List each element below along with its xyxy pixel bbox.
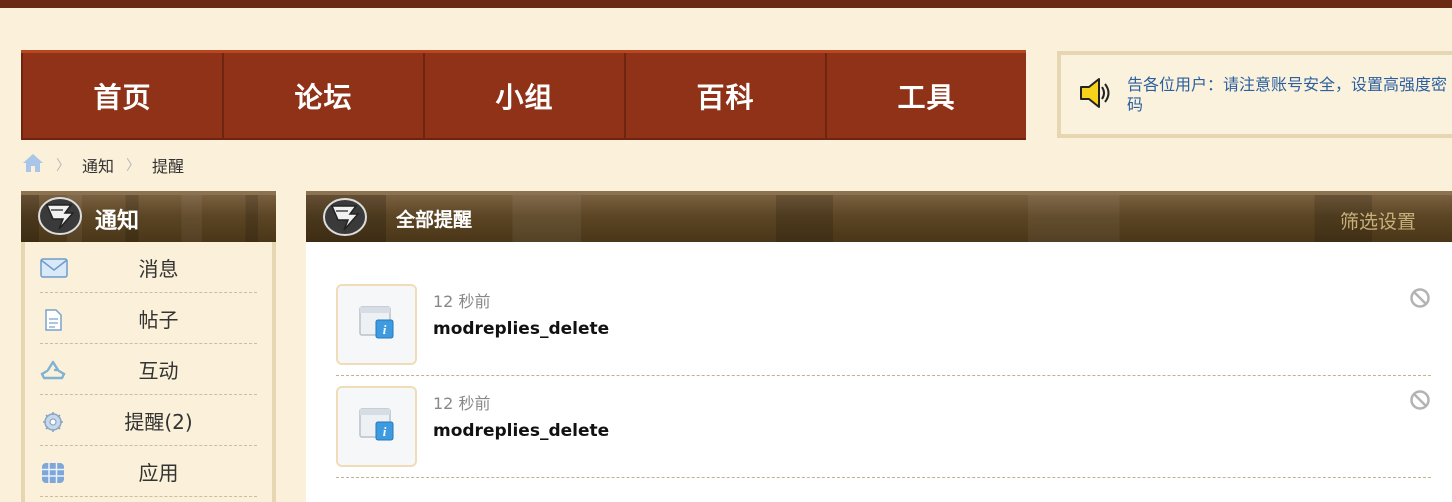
nav-item-home[interactable]: 首页 xyxy=(21,53,224,138)
svg-text:i: i xyxy=(382,322,386,337)
notification-thumbnail: i xyxy=(336,284,417,365)
main-title: 全部提醒 xyxy=(396,209,473,231)
sidebar-item-messages[interactable]: 消息 xyxy=(40,242,257,293)
home-icon[interactable] xyxy=(22,153,44,177)
main-header: 全部提醒 筛选设置 xyxy=(306,191,1452,242)
breadcrumb-separator: 〉 xyxy=(56,158,70,174)
sidebar-item-interactions[interactable]: 互动 xyxy=(40,344,257,395)
svg-text:i: i xyxy=(382,424,386,439)
breadcrumb-item-reminders: 提醒 xyxy=(152,157,185,176)
sidebar-item-label: 互动 xyxy=(138,358,179,383)
sidebar: 通知 消息 帖子 互动 提醒(2) 应用 xyxy=(21,191,276,502)
sidebar-item-reminders[interactable]: 提醒(2) xyxy=(40,395,257,446)
notification-list: i 12 秒前 modreplies_delete i 12 秒前 modrep… xyxy=(336,242,1431,478)
announcement-box: 告各位用户：请注意账号安全，设置高强度密码 xyxy=(1057,51,1452,138)
info-window-icon: i xyxy=(357,407,397,447)
notification-time: 12 秒前 xyxy=(433,292,491,311)
paper-bundle-icon xyxy=(322,197,368,241)
notification-time: 12 秒前 xyxy=(433,394,491,413)
nav-item-tools[interactable]: 工具 xyxy=(827,53,1026,138)
breadcrumb-item-notifications[interactable]: 通知 xyxy=(82,153,114,177)
sidebar-item-label: 应用 xyxy=(138,460,179,485)
sidebar-item-posts[interactable]: 帖子 xyxy=(40,293,257,344)
sidebar-menu: 消息 帖子 互动 提醒(2) 应用 xyxy=(21,242,276,502)
envelope-icon xyxy=(40,258,68,282)
paper-bundle-icon xyxy=(37,196,83,242)
sidebar-header: 通知 xyxy=(21,191,276,242)
sidebar-item-label: 消息 xyxy=(138,256,179,281)
notification-area: i 12 秒前 modreplies_delete i 12 秒前 modrep… xyxy=(306,242,1452,502)
notification-thumbnail: i xyxy=(336,386,417,467)
speaker-icon xyxy=(1077,75,1113,115)
filter-settings-link[interactable]: 筛选设置 xyxy=(1340,207,1416,234)
notification-title[interactable]: modreplies_delete xyxy=(433,319,609,339)
grid-icon xyxy=(40,462,66,488)
info-window-icon: i xyxy=(357,305,397,345)
sidebar-title: 通知 xyxy=(95,208,140,234)
nav-item-wiki[interactable]: 百科 xyxy=(626,53,827,138)
breadcrumb: 〉 通知 〉 提醒 xyxy=(22,154,184,176)
top-border xyxy=(0,0,1452,8)
sidebar-item-label: 提醒(2) xyxy=(124,409,193,434)
notification-item[interactable]: i 12 秒前 modreplies_delete xyxy=(336,376,1431,478)
ignore-icon[interactable] xyxy=(1409,389,1431,415)
recycle-icon xyxy=(40,360,66,386)
notification-item[interactable]: i 12 秒前 modreplies_delete xyxy=(336,274,1431,376)
nav-item-groups[interactable]: 小组 xyxy=(425,53,626,138)
ignore-icon[interactable] xyxy=(1409,287,1431,313)
nav-item-forum[interactable]: 论坛 xyxy=(224,53,425,138)
gear-icon xyxy=(40,411,66,437)
breadcrumb-separator: 〉 xyxy=(126,158,141,174)
main-panel: 全部提醒 筛选设置 i 12 秒前 modreplies_delete i 12… xyxy=(306,191,1452,502)
sidebar-item-label: 帖子 xyxy=(138,307,179,332)
announcement-text[interactable]: 告各位用户：请注意账号安全，设置高强度密码 xyxy=(1127,75,1447,115)
notification-title[interactable]: modreplies_delete xyxy=(433,421,609,441)
sidebar-item-apps[interactable]: 应用 xyxy=(40,446,257,497)
document-icon xyxy=(40,309,66,335)
main-nav: 首页 论坛 小组 百科 工具 xyxy=(21,50,1026,140)
